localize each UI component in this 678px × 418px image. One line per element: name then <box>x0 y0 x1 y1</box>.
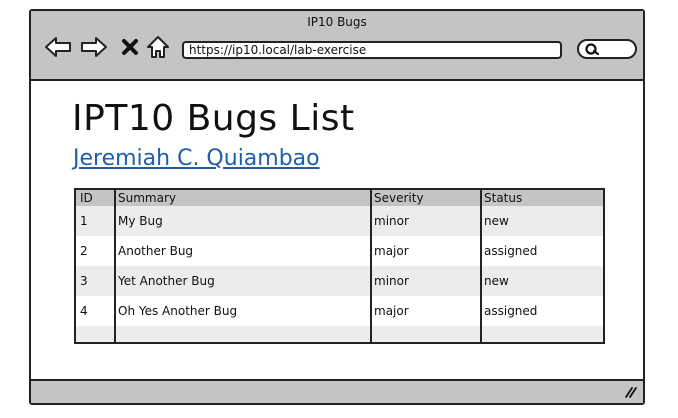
search-button[interactable] <box>577 39 637 59</box>
cell-severity: minor <box>374 274 409 288</box>
cell-severity: minor <box>374 214 409 228</box>
cell-id: 1 <box>80 214 88 228</box>
forward-button[interactable] <box>79 34 109 60</box>
back-button[interactable] <box>43 34 73 60</box>
table-row[interactable]: 1 My Bug minor new <box>76 206 603 236</box>
table-row[interactable]: 3 Yet Another Bug minor new <box>76 266 603 296</box>
window-title: IP10 Bugs <box>307 15 367 29</box>
close-x-icon <box>122 39 138 55</box>
forward-arrow-icon <box>81 37 107 57</box>
cell-id: 2 <box>80 244 88 258</box>
column-header-severity[interactable]: Severity <box>370 190 480 206</box>
cell-status: assigned <box>484 244 538 258</box>
column-header-status[interactable]: Status <box>480 190 603 206</box>
home-icon <box>147 36 169 58</box>
search-icon <box>585 43 600 56</box>
back-arrow-icon <box>45 37 71 57</box>
column-header-summary[interactable]: Summary <box>114 190 370 206</box>
table-row-empty <box>76 326 603 342</box>
cell-severity: major <box>374 244 409 258</box>
browser-toolbar: IP10 Bugs https://ip10.local/lab-exercis… <box>31 11 643 81</box>
column-divider <box>480 190 482 342</box>
table-header: ID Summary Severity Status <box>76 190 603 206</box>
cell-status: new <box>484 274 509 288</box>
status-bar <box>31 379 643 403</box>
table-row[interactable]: 4 Oh Yes Another Bug major assigned <box>76 296 603 326</box>
browser-window: IP10 Bugs https://ip10.local/lab-exercis… <box>29 9 645 405</box>
resize-grip-icon[interactable] <box>623 385 637 399</box>
cell-summary: Another Bug <box>118 244 194 258</box>
column-header-id[interactable]: ID <box>76 190 114 206</box>
author-link[interactable]: Jeremiah C. Quiambao <box>73 145 320 173</box>
cell-summary: Yet Another Bug <box>118 274 215 288</box>
home-button[interactable] <box>144 34 172 60</box>
cell-id: 3 <box>80 274 88 288</box>
address-bar[interactable]: https://ip10.local/lab-exercise <box>182 41 562 59</box>
table-row[interactable]: 2 Another Bug major assigned <box>76 236 603 266</box>
page-title: IPT10 Bugs List <box>72 98 355 139</box>
stop-button[interactable] <box>119 34 141 60</box>
column-divider <box>370 190 372 342</box>
cell-severity: major <box>374 304 409 318</box>
cell-status: new <box>484 214 509 228</box>
column-divider <box>114 190 116 342</box>
bugs-table: ID Summary Severity Status 1 My Bug mino… <box>74 188 605 344</box>
cell-id: 4 <box>80 304 88 318</box>
cell-status: assigned <box>484 304 538 318</box>
cell-summary: My Bug <box>118 214 163 228</box>
cell-summary: Oh Yes Another Bug <box>118 304 238 318</box>
